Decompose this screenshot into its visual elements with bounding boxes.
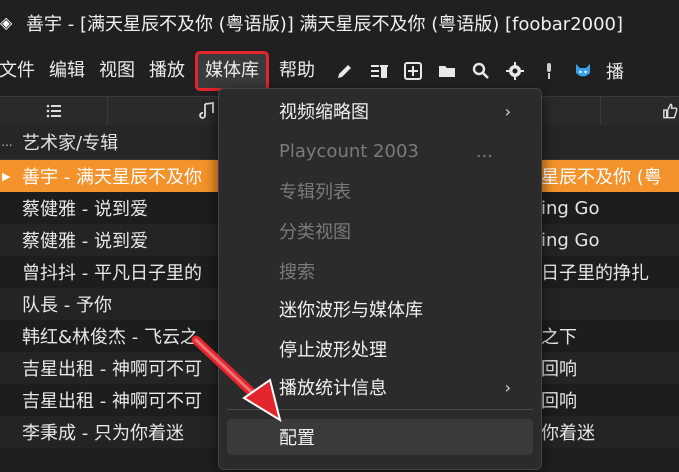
menu-library[interactable]: 媒体库 bbox=[195, 51, 269, 91]
ctx-item-label: 搜索 bbox=[279, 262, 315, 283]
list-icon bbox=[46, 104, 61, 118]
row-title: 回响 bbox=[541, 359, 577, 380]
search-icon[interactable] bbox=[470, 60, 492, 82]
row-artist-album: 蔡健雅 - 说到爱 bbox=[22, 199, 148, 220]
microphone-icon[interactable] bbox=[538, 60, 560, 82]
ctx-item-5: 搜索 bbox=[227, 253, 533, 289]
ctx-item-label: 迷你波形与媒体库 bbox=[279, 300, 423, 321]
row-artist-album: 韩红&林俊杰 - 飞云之 bbox=[22, 327, 198, 348]
toolbar bbox=[334, 60, 594, 82]
delete-list-icon[interactable] bbox=[368, 60, 390, 82]
window-title: 善宇 - [满天星辰不及你 (粤语版)] 满天星辰不及你 (粤语版) [foob… bbox=[26, 14, 624, 35]
tab-right[interactable] bbox=[600, 97, 679, 125]
row-artist-album: 吉星出租 - 神啊可不可 bbox=[22, 391, 202, 412]
title-bar: ◈ 善宇 - [满天星辰不及你 (粤语版)] 满天星辰不及你 (粤语版) [fo… bbox=[0, 0, 679, 46]
cat-mascot-icon[interactable] bbox=[572, 60, 594, 82]
row-title: ing Go bbox=[541, 197, 600, 219]
row-title: 日子里的挣扎 bbox=[541, 263, 649, 284]
row-artist-album: 李秉成 - 只为你着迷 bbox=[22, 423, 184, 444]
ctx-item-3: 专辑列表 bbox=[227, 173, 533, 209]
library-context-menu: 视频缩略图 › Playcount 2003... 专辑列表分类视图搜索迷你波形与媒体… bbox=[218, 88, 542, 470]
ctx-item-8[interactable]: 播放统计信息 › bbox=[227, 369, 533, 405]
tab-list-view[interactable] bbox=[0, 97, 108, 125]
pencil-icon[interactable] bbox=[334, 60, 356, 82]
ctx-item-4: 分类视图 bbox=[227, 213, 533, 249]
like-icon bbox=[663, 103, 678, 119]
row-title: ing Go bbox=[541, 229, 600, 251]
menu-edit[interactable]: 编辑 bbox=[42, 54, 92, 88]
ctx-item-ellipsis: ... bbox=[475, 140, 493, 162]
ctx-separator bbox=[227, 409, 533, 410]
tab-music[interactable] bbox=[108, 97, 219, 125]
row-title: 星辰不及你 (粤 bbox=[541, 167, 662, 188]
foobar-app-icon: ◈ bbox=[0, 13, 13, 32]
row-artist-album: 善宇 - 满天星辰不及你 bbox=[22, 167, 202, 188]
column-artist-album[interactable]: 艺术家/专辑 bbox=[22, 129, 118, 155]
ctx-item-label: Playcount 2003 bbox=[279, 140, 419, 162]
row-artist-album: 蔡健雅 - 说到爱 bbox=[22, 231, 148, 252]
gear-icon[interactable] bbox=[504, 60, 526, 82]
row-title: 之下 bbox=[541, 327, 577, 348]
music-note-icon bbox=[199, 101, 214, 119]
ctx-item-label: 配置 bbox=[279, 428, 315, 449]
chevron-right-icon: › bbox=[504, 101, 511, 121]
now-playing-icon: ▶ bbox=[2, 169, 11, 183]
ctx-item-label: 播放统计信息 bbox=[279, 378, 387, 399]
folder-icon[interactable] bbox=[436, 60, 458, 82]
row-title: 你着迷 bbox=[541, 423, 595, 444]
ctx-item-label: 视频缩略图 bbox=[279, 102, 369, 123]
ctx-item-2: Playcount 2003... bbox=[227, 133, 533, 169]
row-artist-album: 队長 - 予你 bbox=[22, 295, 112, 316]
ctx-item-label: 专辑列表 bbox=[279, 182, 351, 203]
menu-file[interactable]: 文件 bbox=[0, 54, 42, 88]
menu-playback[interactable]: 播放 bbox=[142, 54, 192, 88]
row-artist-album: 曾抖抖 - 平凡日子里的 bbox=[22, 263, 202, 284]
ctx-item-7[interactable]: 停止波形处理 bbox=[227, 331, 533, 367]
menu-view[interactable]: 视图 bbox=[92, 54, 142, 88]
add-icon[interactable] bbox=[402, 60, 424, 82]
ctx-item-6[interactable]: 迷你波形与媒体库 bbox=[227, 291, 533, 327]
menu-tail-text: 播 bbox=[606, 62, 624, 83]
menu-help[interactable]: 帮助 bbox=[272, 54, 322, 88]
ctx-item-9[interactable]: 配置 bbox=[227, 419, 533, 455]
column-options[interactable]: ... bbox=[0, 135, 14, 149]
ctx-item-label: 分类视图 bbox=[279, 222, 351, 243]
chevron-right-icon: › bbox=[504, 377, 511, 397]
ctx-item-1[interactable]: 视频缩略图 › bbox=[227, 93, 533, 129]
row-artist-album: 吉星出租 - 神啊可不可 bbox=[22, 359, 202, 380]
row-title: 回响 bbox=[541, 391, 577, 412]
ctx-item-label: 停止波形处理 bbox=[279, 340, 387, 361]
